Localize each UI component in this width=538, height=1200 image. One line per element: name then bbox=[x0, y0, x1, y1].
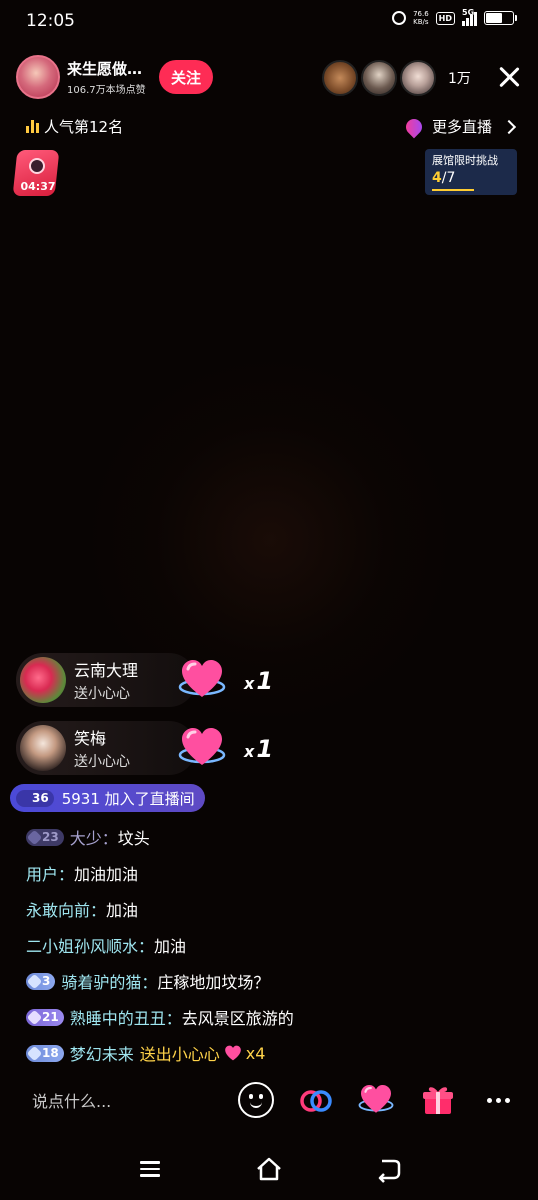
viewer-avatar[interactable] bbox=[361, 60, 397, 96]
location-pin-icon bbox=[402, 115, 426, 138]
network-type: 5G bbox=[462, 8, 475, 17]
heart-gift-icon bbox=[224, 1045, 241, 1061]
heart-gift-icon bbox=[178, 728, 226, 765]
gift-pill[interactable]: 笑梅 送小心心 bbox=[16, 721, 196, 775]
viewer-avatar[interactable] bbox=[322, 60, 358, 96]
heart-icon[interactable] bbox=[358, 1082, 394, 1118]
user-level-badge: 21 bbox=[26, 1008, 64, 1026]
chat-username[interactable]: 大少： bbox=[70, 825, 118, 849]
challenge-card[interactable]: 展馆限时挑战 4/7 bbox=[425, 149, 517, 195]
challenge-progress-bar bbox=[432, 189, 474, 191]
battery-icon bbox=[484, 11, 517, 25]
chat-text: 庄稼地加坟场？ bbox=[157, 973, 270, 992]
viewer-count[interactable]: 1万 bbox=[448, 68, 471, 88]
more-live-button[interactable]: 更多直播 bbox=[402, 115, 517, 138]
comment-input[interactable]: 说点什么... bbox=[16, 1080, 216, 1120]
chat-message[interactable]: 21 熟睡中的丑丑： 去风景区旅游的 bbox=[26, 1005, 294, 1029]
challenge-total: /7 bbox=[441, 170, 456, 186]
host-card[interactable]: 来生愿做… 106.7万本场点赞 关注 bbox=[16, 55, 213, 99]
user-level-badge: 23 bbox=[26, 828, 64, 846]
gift-row[interactable]: 笑梅 送小心心 x1 bbox=[16, 721, 273, 775]
emoji-icon[interactable] bbox=[238, 1082, 274, 1118]
alarm-icon bbox=[392, 11, 407, 25]
host-avatar[interactable] bbox=[16, 55, 60, 99]
gem-icon bbox=[17, 790, 33, 806]
gift-action: 送小心心 bbox=[74, 686, 130, 702]
gift-count: x1 bbox=[244, 735, 274, 763]
status-icons: 76.6 KB/s HD 5G bbox=[392, 8, 517, 26]
more-icon[interactable] bbox=[480, 1082, 516, 1118]
chat-username[interactable]: 用户： bbox=[26, 861, 74, 885]
timer-badge[interactable]: 04:37 bbox=[12, 150, 60, 196]
system-nav-bar bbox=[0, 1140, 538, 1200]
gift-count: x1 bbox=[244, 667, 274, 695]
challenge-progress: 4/7 bbox=[432, 170, 510, 186]
gem-icon bbox=[26, 1045, 43, 1061]
user-level-badge: 36 bbox=[16, 789, 54, 807]
chat-username[interactable]: 永敢向前： bbox=[26, 897, 106, 921]
challenge-title: 展馆限时挑战 bbox=[432, 154, 498, 167]
gem-icon bbox=[26, 829, 43, 845]
challenge-current: 4 bbox=[432, 170, 442, 186]
signal-icon: 5G bbox=[462, 8, 477, 26]
host-name: 来生愿做… bbox=[67, 60, 143, 78]
viewer-avatar[interactable] bbox=[400, 60, 436, 96]
heart-gift-icon bbox=[178, 660, 226, 697]
chat-text: 加油 bbox=[106, 901, 139, 920]
chat-message[interactable]: 二小姐孙风顺水： 加油 bbox=[26, 933, 186, 957]
gift-sender-name: 笑梅 bbox=[74, 729, 107, 748]
chat-message[interactable]: 3 骑着驴的猫： 庄稼地加坟场？ bbox=[26, 969, 269, 993]
chat-message[interactable]: 23 大少： 坟头 bbox=[26, 825, 150, 849]
gift-sender-avatar[interactable] bbox=[20, 657, 66, 703]
gift-icon[interactable] bbox=[420, 1082, 456, 1118]
chat-username[interactable]: 梦幻未来 bbox=[70, 1041, 134, 1065]
chat-username[interactable]: 熟睡中的丑丑： bbox=[70, 1005, 182, 1029]
chat-username[interactable]: 二小姐孙风顺水： bbox=[26, 933, 154, 957]
gift-pill[interactable]: 云南大理 送小心心 bbox=[16, 653, 196, 707]
bar-chart-icon bbox=[26, 120, 39, 133]
popularity-rank[interactable]: 人气第12名 bbox=[26, 116, 123, 137]
chat-username[interactable]: 骑着驴的猫： bbox=[61, 969, 157, 993]
chevron-right-icon bbox=[501, 119, 517, 134]
home-icon[interactable] bbox=[254, 1154, 284, 1184]
chat-text: 去风景区旅游的 bbox=[181, 1009, 294, 1028]
join-text: 5931 加入了直播间 bbox=[61, 789, 195, 808]
host-info: 来生愿做… 106.7万本场点赞 bbox=[67, 58, 155, 96]
host-likes: 106.7万本场点赞 bbox=[67, 85, 146, 96]
gift-message-count: x4 bbox=[245, 1043, 266, 1063]
timer-text: 04:37 bbox=[20, 180, 56, 193]
status-bar: 12:05 76.6 KB/s HD 5G bbox=[0, 0, 538, 42]
net-speed-unit: KB/s bbox=[413, 18, 429, 26]
back-icon[interactable] bbox=[374, 1154, 404, 1184]
menu-icon[interactable] bbox=[136, 1154, 166, 1184]
gift-sender-name: 云南大理 bbox=[74, 661, 139, 680]
chat-message[interactable]: 18 梦幻未来 送出小心心 x4 bbox=[26, 1041, 265, 1065]
net-speed: 76.6 KB/s bbox=[413, 10, 429, 26]
chat-message[interactable]: 用户： 加油加油 bbox=[26, 861, 138, 885]
link-icon[interactable] bbox=[298, 1082, 334, 1118]
net-speed-value: 76.6 bbox=[413, 10, 429, 18]
status-time: 12:05 bbox=[26, 11, 75, 31]
gift-action: 送小心心 bbox=[74, 754, 130, 770]
gem-icon bbox=[26, 973, 43, 989]
viewer-avatars[interactable] bbox=[322, 60, 439, 96]
gift-row[interactable]: 云南大理 送小心心 x1 bbox=[16, 653, 273, 707]
close-icon[interactable] bbox=[496, 64, 522, 90]
gift-message: 送出小心心 bbox=[139, 1045, 220, 1064]
gem-icon bbox=[26, 1009, 43, 1025]
more-live-label: 更多直播 bbox=[432, 118, 493, 136]
user-level-badge: 3 bbox=[26, 972, 56, 990]
chat-message[interactable]: 永敢向前： 加油 bbox=[26, 897, 138, 921]
follow-button[interactable]: 关注 bbox=[159, 60, 213, 94]
hd-badge: HD bbox=[435, 11, 455, 25]
join-banner: 36 5931 加入了直播间 bbox=[10, 784, 205, 812]
gift-sender-avatar[interactable] bbox=[20, 725, 66, 771]
user-level-badge: 18 bbox=[26, 1044, 64, 1062]
rank-label: 人气第12名 bbox=[44, 118, 124, 136]
chat-text: 加油 bbox=[154, 937, 187, 956]
chat-text: 加油加油 bbox=[74, 865, 139, 884]
chat-text: 坟头 bbox=[117, 829, 150, 848]
